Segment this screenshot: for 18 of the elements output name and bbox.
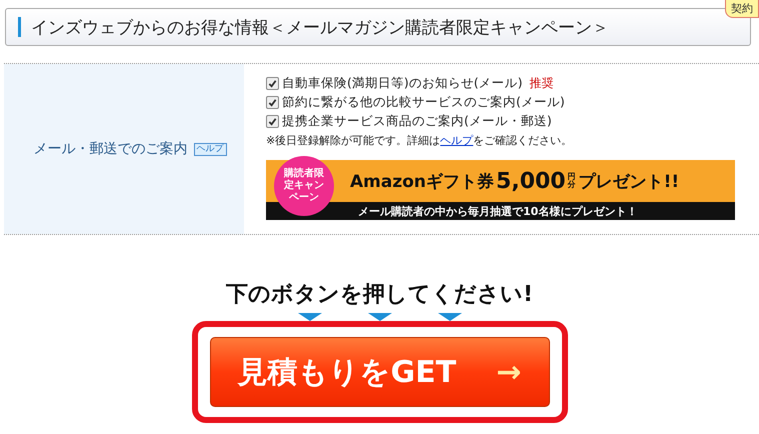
option-label[interactable]: 提携企業サービス商品のご案内(メール・郵送) xyxy=(282,113,552,130)
banner-headline: Amazonギフト券 xyxy=(350,170,494,192)
prompt-text: 下のボタンを押してください! xyxy=(226,281,534,309)
banner-unit: 円分 xyxy=(568,173,577,189)
option-label[interactable]: 節約に繋がる他の比較サービスのご案内(メール) xyxy=(282,94,565,111)
help-link[interactable]: ヘルプ xyxy=(440,134,474,147)
campaign-badge: 購読者限定キャンペーン xyxy=(274,156,334,216)
banner-amount: 5,000 xyxy=(496,168,566,194)
recommended-label: 推奨 xyxy=(530,75,554,92)
option-label[interactable]: 自動車保険(満期日等)のお知らせ(メール) xyxy=(282,75,523,92)
banner-headline: プレゼント!! xyxy=(578,170,680,192)
help-badge[interactable]: ヘルプ xyxy=(194,142,226,156)
header-title: インズウェブからのお得な情報＜メールマガジン購読者限定キャンペーン＞ xyxy=(31,16,609,38)
row-label: メール・郵送でのご案内 xyxy=(34,140,188,158)
corner-tag[interactable]: 契約 xyxy=(725,0,759,18)
get-quote-button[interactable]: 見積もりをGET → xyxy=(210,337,550,407)
banner-subline: メール購読者の中から毎月抽選で10名様にプレゼント！ xyxy=(358,204,638,218)
note-text: ※後日登録解除が可能です。詳細はヘルプをご確認ください。 xyxy=(266,133,574,148)
